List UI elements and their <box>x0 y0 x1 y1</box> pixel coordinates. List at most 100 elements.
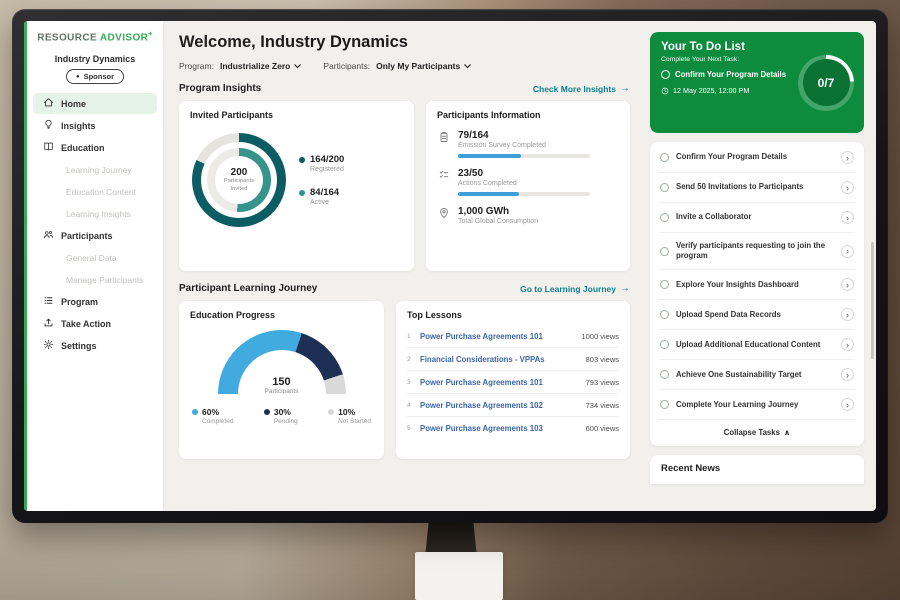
sidebar-item-participants[interactable]: Participants <box>33 225 157 246</box>
todo-progress-value: 0/7 <box>818 76 835 90</box>
sidebar-item-manage-participants[interactable]: Manage Participants <box>33 269 157 290</box>
education-gauge-chart: 150 Participants <box>218 330 346 394</box>
card-title: Invited Participants <box>190 110 403 120</box>
task-row[interactable]: Send 50 Invitations to Participants › <box>659 173 855 203</box>
pin-icon <box>437 206 450 225</box>
lesson-link[interactable]: Power Purchase Agreements 101 <box>420 332 574 341</box>
legend-item-pending: 30% Pending <box>264 407 298 425</box>
sidebar-item-general-data[interactable]: General Data <box>33 247 157 268</box>
donut-center-value: 200 <box>231 167 248 178</box>
desk-scene: RESOURCE ADVISOR+ Industry Dynamics ● Sp… <box>0 0 900 600</box>
sidebar-item-label: Education <box>61 143 105 153</box>
task-chevron[interactable]: › <box>841 181 854 194</box>
invited-donut-chart: 200 Participants Invited <box>192 133 286 227</box>
participants-dropdown-value: Only My Participants <box>376 61 460 71</box>
top-lessons-card: Top Lessons 1 Power Purchase Agreements … <box>396 301 630 459</box>
task-chevron[interactable]: › <box>841 368 854 381</box>
filters-row: Program: Industrialize Zero Participants… <box>179 61 630 71</box>
task-row[interactable]: Verify participants requesting to join t… <box>659 233 855 270</box>
task-row[interactable]: Achieve One Sustainability Target › <box>659 360 855 390</box>
task-checkbox[interactable] <box>660 310 669 319</box>
card-title: Top Lessons <box>407 310 619 320</box>
check-more-insights-link[interactable]: Check More Insights → <box>533 84 630 94</box>
section-title-program-insights: Program Insights <box>179 83 261 94</box>
sidebar-item-label: Insights <box>61 121 96 131</box>
task-checkbox[interactable] <box>660 153 669 162</box>
task-chevron[interactable]: › <box>841 398 854 411</box>
program-dropdown-value: Industrialize Zero <box>220 61 290 71</box>
program-dropdown[interactable]: Industrialize Zero <box>220 61 301 71</box>
section-title-learning-journey: Participant Learning Journey <box>179 283 317 294</box>
task-checkbox[interactable] <box>660 247 669 256</box>
arrow-right-icon: → <box>620 84 630 94</box>
task-checkbox[interactable] <box>660 213 669 222</box>
todo-summary-card: Your To Do List Complete Your Next Task:… <box>650 32 864 133</box>
task-row[interactable]: Complete Your Learning Journey › <box>659 390 855 420</box>
task-chevron[interactable]: › <box>841 211 854 224</box>
sidebar-item-label: Settings <box>61 341 97 351</box>
lesson-link[interactable]: Power Purchase Agreements 103 <box>420 424 579 433</box>
lesson-row: 3 Power Purchase Agreements 101 793 view… <box>407 371 619 394</box>
task-chevron[interactable]: › <box>841 308 854 321</box>
org-name: Industry Dynamics <box>27 54 163 64</box>
task-checkbox[interactable] <box>660 400 669 409</box>
participants-filter-label: Participants: <box>323 61 370 71</box>
todo-panel: Your To Do List Complete Your Next Task:… <box>642 21 876 511</box>
participants-dropdown[interactable]: Only My Participants <box>376 61 471 71</box>
lesson-link[interactable]: Power Purchase Agreements 102 <box>420 401 579 410</box>
sidebar-item-education[interactable]: Education <box>33 137 157 158</box>
stat-emission-survey: 79/164 Emission Survey Completed <box>437 130 619 158</box>
sidebar-item-label: Participants <box>61 231 113 241</box>
recent-news-header: Recent News <box>650 455 864 484</box>
legend-item-active: 84/164 Active <box>299 187 344 206</box>
sidebar-item-learning-journey[interactable]: Learning Journey <box>33 159 157 180</box>
task-row[interactable]: Invite a Collaborator › <box>659 203 855 233</box>
task-row[interactable]: Upload Additional Educational Content › <box>659 330 855 360</box>
sidebar: RESOURCE ADVISOR+ Industry Dynamics ● Sp… <box>24 21 163 511</box>
survey-progress-track <box>458 154 590 158</box>
task-row[interactable]: Upload Spend Data Records › <box>659 300 855 330</box>
lesson-link[interactable]: Financial Considerations - VPPAs <box>420 355 579 364</box>
donut-center-label: Participants Invited <box>221 178 257 192</box>
sidebar-item-learning-insights[interactable]: Learning Insights <box>33 203 157 224</box>
sidebar-item-label: Learning Journey <box>66 165 132 175</box>
stat-actions-completed: 23/50 Actions Completed <box>437 168 619 196</box>
task-chevron[interactable]: › <box>841 245 854 258</box>
scrollbar[interactable] <box>871 242 874 360</box>
task-chevron[interactable]: › <box>841 338 854 351</box>
chevron-down-icon <box>294 64 301 69</box>
task-checkbox[interactable] <box>660 370 669 379</box>
task-row[interactable]: Confirm Your Program Details › <box>659 143 855 173</box>
task-checkbox[interactable] <box>660 340 669 349</box>
todo-next-task[interactable]: Confirm Your Program Details <box>661 70 797 79</box>
sidebar-item-take-action[interactable]: Take Action <box>33 313 157 334</box>
legend-dot-not-started <box>328 409 334 415</box>
task-chevron[interactable]: › <box>841 151 854 164</box>
sidebar-item-label: Education Content <box>66 187 136 197</box>
sidebar-item-program[interactable]: Program <box>33 291 157 312</box>
task-checkbox[interactable] <box>660 280 669 289</box>
task-chevron[interactable]: › <box>841 278 854 291</box>
lesson-link[interactable]: Power Purchase Agreements 101 <box>420 378 579 387</box>
collapse-tasks-button[interactable]: Collapse Tasks ∧ <box>659 420 855 445</box>
learning-cards-row: Education Progress 150 Participants 60 <box>179 301 630 459</box>
task-list-card: Confirm Your Program Details › Send 50 I… <box>650 142 864 446</box>
sidebar-item-home[interactable]: Home <box>33 93 157 114</box>
lesson-row: 2 Financial Considerations - VPPAs 803 v… <box>407 348 619 371</box>
actions-progress-fill <box>458 192 519 196</box>
legend-item-not-started: 10% Not Started <box>328 407 371 425</box>
legend-dot-pending <box>264 409 270 415</box>
checklist-icon <box>437 168 450 196</box>
sidebar-item-settings[interactable]: Settings <box>33 335 157 356</box>
task-row[interactable]: Explore Your Insights Dashboard › <box>659 270 855 300</box>
home-icon <box>43 97 54 110</box>
task-checkbox[interactable] <box>660 183 669 192</box>
sidebar-item-education-content[interactable]: Education Content <box>33 181 157 202</box>
badge-row: ● Sponsor <box>27 69 163 84</box>
people-icon <box>43 229 54 242</box>
go-to-learning-journey-link[interactable]: Go to Learning Journey → <box>520 284 630 294</box>
program-insights-header: Program Insights Check More Insights → <box>179 83 630 94</box>
upload-icon <box>43 317 54 330</box>
sidebar-item-insights[interactable]: Insights <box>33 115 157 136</box>
actions-progress-track <box>458 192 590 196</box>
